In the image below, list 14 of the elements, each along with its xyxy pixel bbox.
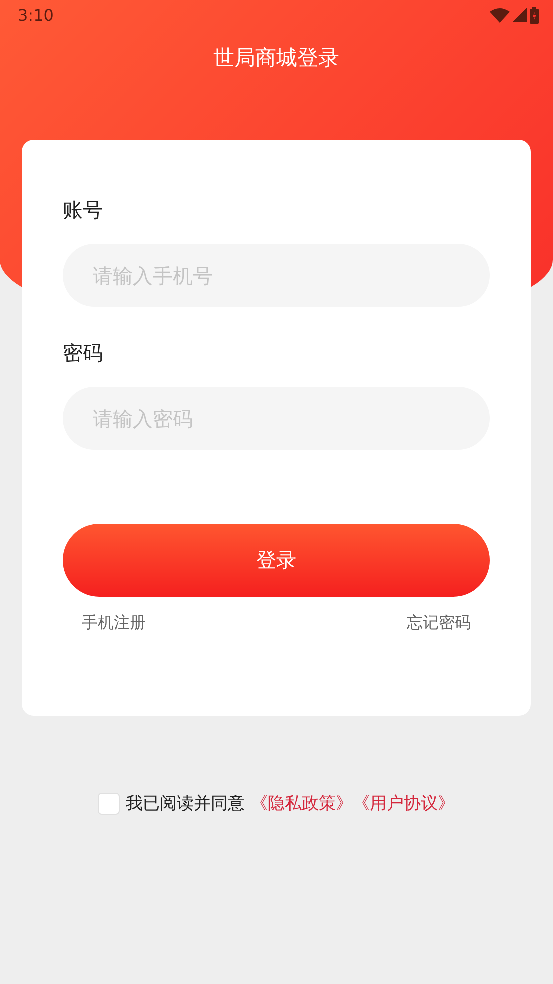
forgot-password-link[interactable]: 忘记密码	[407, 613, 471, 634]
agreement-text: 我已阅读并同意	[126, 793, 245, 815]
field-label: 账号	[63, 197, 103, 224]
register-link[interactable]: 手机注册	[82, 613, 146, 634]
clock: 3:10	[18, 6, 54, 24]
page-title: 世局商城登录	[214, 45, 340, 72]
user-agreement-link[interactable]: 《用户协议》	[353, 792, 455, 815]
field-label: 密码	[63, 340, 103, 367]
agreement-checkbox[interactable]	[98, 792, 120, 814]
privacy-policy-link[interactable]: 《隐私政策》	[251, 792, 353, 815]
signal-icon	[513, 8, 527, 22]
battery-icon	[530, 6, 539, 24]
wifi-icon	[490, 8, 510, 22]
login-button[interactable]: 登录	[63, 524, 490, 597]
